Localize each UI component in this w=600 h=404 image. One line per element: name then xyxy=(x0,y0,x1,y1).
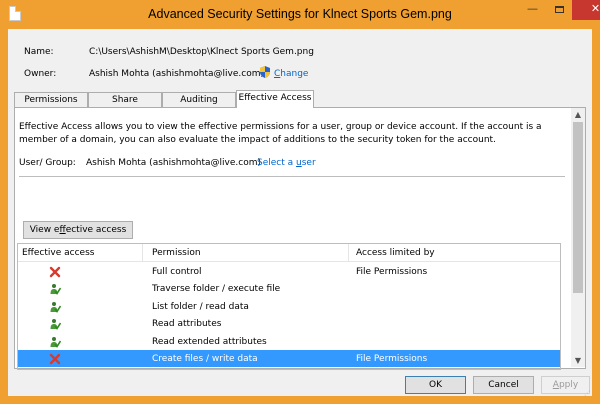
maximize-button[interactable] xyxy=(546,0,572,20)
table-row[interactable]: Create folders / append dataFile Permiss… xyxy=(18,367,560,369)
close-button[interactable]: ✕ xyxy=(572,0,600,20)
minimize-button[interactable]: — xyxy=(519,0,546,20)
cancel-button[interactable]: Cancel xyxy=(473,376,534,394)
scroll-up-icon[interactable]: ▲ xyxy=(571,108,585,121)
scroll-down-icon[interactable]: ▼ xyxy=(571,354,585,367)
select-user-link-text: Select a xyxy=(257,158,297,168)
access-limited-by-cell: File Permissions xyxy=(356,267,428,277)
permission-cell: List folder / read data xyxy=(152,301,249,312)
table-row[interactable]: Traverse folder / execute file xyxy=(18,280,560,297)
table-row[interactable]: List folder / read data xyxy=(18,298,560,315)
scroll-thumb[interactable] xyxy=(573,122,583,293)
permission-cell: Create files / write data xyxy=(152,354,258,364)
title-bar[interactable]: Advanced Security Settings for Klnect Sp… xyxy=(0,0,600,29)
owner-value: Ashish Mohta (ashishmohta@live.com) xyxy=(89,69,264,79)
allowed-icon xyxy=(50,284,61,296)
select-user-link-text-end: ser xyxy=(301,158,316,168)
change-link-text: hange xyxy=(280,69,309,79)
name-label: Name: xyxy=(24,47,54,57)
effective-access-description: Effective Access allows you to view the … xyxy=(19,122,542,145)
view-effective-access-button[interactable]: View effective access xyxy=(23,221,133,239)
user-group-label: User/ Group: xyxy=(19,158,76,168)
column-separator xyxy=(348,244,349,262)
ok-button[interactable]: OK xyxy=(405,376,466,394)
permission-cell: Read extended attributes xyxy=(152,336,267,347)
column-header-effective-access[interactable]: Effective access xyxy=(22,248,94,258)
denied-icon xyxy=(49,353,61,365)
uac-shield-icon xyxy=(260,66,270,78)
view-button-text-end: fective access xyxy=(65,225,127,235)
apply-button[interactable]: Apply xyxy=(541,376,590,394)
view-button-text: View e xyxy=(29,225,60,235)
table-row[interactable]: Read attributes xyxy=(18,315,560,332)
resize-grip-icon[interactable]: ⋰ xyxy=(584,390,591,397)
allowed-icon xyxy=(50,319,61,331)
denied-icon xyxy=(49,266,61,278)
apply-button-text: pply xyxy=(558,380,579,390)
tab-share[interactable]: Share xyxy=(88,92,162,107)
column-header-access-limited-by[interactable]: Access limited by xyxy=(356,248,435,258)
table-row[interactable]: Full control File Permissions xyxy=(18,263,560,280)
tab-effective-access[interactable]: Effective Access xyxy=(236,90,314,108)
maximize-icon xyxy=(554,6,564,13)
window-title: Advanced Security Settings for Klnect Sp… xyxy=(148,7,452,21)
effective-access-table[interactable]: Effective access Permission Access limit… xyxy=(17,243,561,370)
allowed-icon xyxy=(50,301,61,313)
user-group-value: Ashish Mohta (ashishmohta@live.com) xyxy=(86,158,261,168)
vertical-scrollbar[interactable]: ▲ ▼ xyxy=(571,108,585,367)
section-divider xyxy=(19,176,565,177)
column-separator xyxy=(142,244,143,262)
permission-cell: Full control xyxy=(152,267,202,277)
allowed-icon xyxy=(50,336,61,348)
access-limited-by-cell: File Permissions xyxy=(356,354,428,364)
table-row[interactable]: Create files / write data File Permission… xyxy=(18,350,560,368)
effective-access-panel: Effective Access allows you to view the … xyxy=(14,107,586,370)
tab-permissions[interactable]: Permissions xyxy=(14,92,88,107)
name-value: C:\Users\AshishM\Desktop\Klnect Sports G… xyxy=(89,47,314,57)
select-user-link[interactable]: Select a user xyxy=(257,158,316,168)
tab-auditing[interactable]: Auditing xyxy=(162,92,236,107)
change-owner-link[interactable]: Change xyxy=(274,69,308,79)
permission-cell: Traverse folder / execute file xyxy=(152,284,281,295)
security-settings-window: Advanced Security Settings for Klnect Sp… xyxy=(0,0,600,404)
column-header-permission[interactable]: Permission xyxy=(152,248,201,258)
owner-label: Owner: xyxy=(24,69,57,79)
permission-cell: Read attributes xyxy=(152,319,222,330)
dialog-client: Name: C:\Users\AshishM\Desktop\Klnect Sp… xyxy=(8,29,592,397)
table-row[interactable]: Read extended attributes xyxy=(18,333,560,350)
table-header: Effective access Permission Access limit… xyxy=(18,244,560,262)
